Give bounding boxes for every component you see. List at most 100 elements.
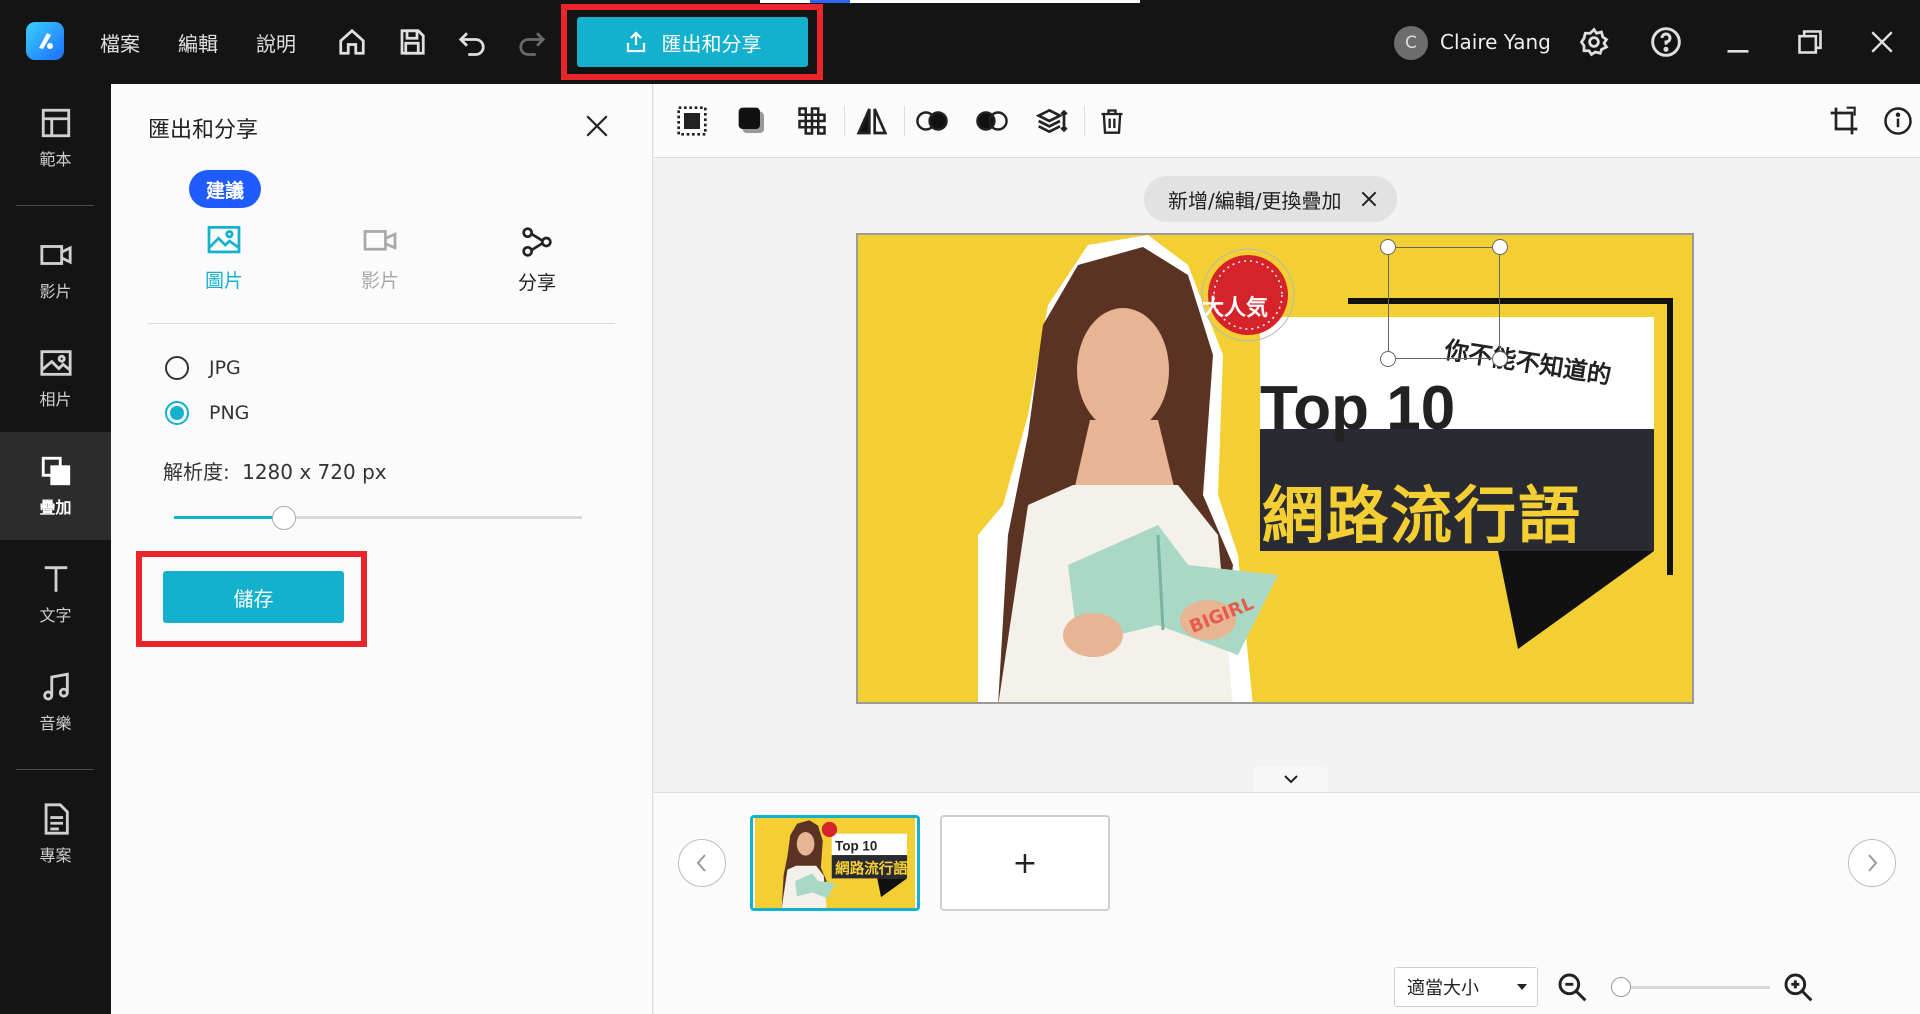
format-label: PNG [209,402,250,424]
design-canvas[interactable]: 你不能不知道的 Top 10 網路流行語 大人気 BIGIRL [856,233,1694,704]
tab-video[interactable]: 影片 [325,226,435,293]
editor-toolbar [654,84,1920,158]
tab-label: 影片 [360,270,399,292]
resize-handle-bl[interactable] [1380,351,1396,367]
mask-icon[interactable] [974,103,1010,139]
share-icon [522,227,552,257]
panel-close-icon[interactable] [581,110,613,142]
zoom-select-value: 適當大小 [1407,978,1479,999]
nav-photos[interactable]: 相片 [0,324,111,432]
music-icon [42,672,69,701]
thumbnail-artwork: Top 10 網路流行語 [754,818,916,908]
nav-label: 文字 [39,606,72,625]
user-name[interactable]: Claire Yang [1440,30,1551,54]
nav-overlay[interactable]: 疊加 [0,432,111,540]
menu-edit[interactable]: 編輯 [178,28,218,57]
save-icon[interactable] [394,24,430,60]
nav-label: 相片 [39,390,72,409]
home-icon[interactable] [334,24,370,60]
format-png[interactable]: PNG [165,401,249,425]
gear-icon[interactable] [1576,24,1612,60]
image-icon [207,226,241,254]
thumb-top10: Top 10 [835,838,877,853]
flip-icon[interactable] [854,103,890,139]
close-icon[interactable] [1864,24,1900,60]
zoom-slider-track[interactable] [1614,986,1770,989]
radio-jpg[interactable] [165,356,189,380]
select-all-icon[interactable] [674,103,710,139]
left-sidebar: 範本 影片 相片 疊加 文字 音樂 專案 [0,84,111,1014]
menu-help[interactable]: 說明 [256,28,296,57]
chip-close-icon[interactable] [1359,189,1379,209]
resolution-label: 解析度: [163,460,230,484]
resolution-slider-fill [174,516,285,519]
help-icon[interactable] [1648,24,1684,60]
avatar[interactable]: C [1394,26,1428,60]
title-bar: 檔案 編輯 說明 匯出和分享 C Claire Yang [0,0,1920,84]
video-icon [39,245,72,265]
blend-icon[interactable] [914,103,950,139]
format-label: JPG [209,357,241,379]
tab-share[interactable]: 分享 [482,226,592,295]
info-icon[interactable] [1880,103,1916,139]
tab-label: 圖片 [204,270,243,292]
document-icon [44,803,69,835]
trash-icon[interactable] [1094,103,1130,139]
export-share-button[interactable]: 匯出和分享 [577,17,808,67]
shadow-icon[interactable] [734,103,770,139]
zoom-fit-select[interactable]: 適當大小 [1394,967,1538,1007]
template-icon [41,108,70,138]
nav-label: 範本 [39,150,72,169]
nav-text[interactable]: 文字 [0,540,111,648]
poster-badge-text: 大人気 [1202,296,1269,321]
nav-video[interactable]: 影片 [0,216,111,324]
chevron-down-icon [1284,775,1298,784]
add-slide-button[interactable]: + [940,815,1110,911]
chevron-right-icon [1868,854,1878,872]
suggested-badge: 建議 [189,170,261,208]
overlay-chip[interactable]: 新增/編輯/更換疊加 [1144,176,1398,222]
zoom-slider-thumb[interactable] [1611,977,1631,997]
tab-label: 分享 [517,272,556,294]
resize-handle-tl[interactable] [1380,239,1396,255]
minimize-icon[interactable] [1720,24,1756,60]
prev-slide-button[interactable] [678,839,726,887]
panel-title: 匯出和分享 [148,118,259,143]
crop-icon[interactable] [1826,103,1862,139]
divider [147,323,615,324]
slide-filmstrip: Top 10 網路流行語 + 適當大小 [654,792,1920,1014]
restore-icon[interactable] [1792,24,1828,60]
upload-icon [626,31,645,53]
resolution-value: 1280 x 720 px [242,460,387,484]
export-panel: 匯出和分享 建議 圖片 影片 分享 JPG PNG 解析度: 1280 x 72… [111,84,653,1014]
nav-music[interactable]: 音樂 [0,648,111,756]
collapse-filmstrip-toggle[interactable] [1254,766,1328,792]
nav-projects[interactable]: 專案 [0,780,111,888]
slide-thumbnail[interactable]: Top 10 網路流行語 [750,815,920,911]
nav-label: 音樂 [39,714,72,733]
resolution-row: 解析度: 1280 x 720 px [163,456,387,485]
caret-down-icon [1517,984,1527,990]
loading-strip [760,0,1140,3]
radio-png[interactable] [165,401,189,425]
transparency-icon[interactable] [794,103,830,139]
export-share-label: 匯出和分享 [661,31,762,56]
zoom-out-icon[interactable] [1554,969,1590,1005]
zoom-in-icon[interactable] [1780,969,1816,1005]
layer-order-icon[interactable] [1034,103,1070,139]
menu-file[interactable]: 檔案 [100,28,140,57]
overlay-selection-box[interactable] [1388,247,1500,359]
overlay-chip-label: 新增/編輯/更換疊加 [1168,188,1342,213]
tab-image[interactable]: 圖片 [169,226,279,293]
next-slide-button[interactable] [1848,839,1896,887]
save-button[interactable]: 儲存 [163,571,344,623]
nav-label: 影片 [39,282,72,301]
format-jpg[interactable]: JPG [165,356,241,380]
resize-handle-br[interactable] [1492,351,1508,367]
undo-icon[interactable] [454,24,490,60]
resize-handle-tr[interactable] [1492,239,1508,255]
nav-templates[interactable]: 範本 [0,84,111,192]
redo-icon[interactable] [514,24,550,60]
resolution-slider-thumb[interactable] [272,506,297,530]
nav-label: 專案 [39,846,72,865]
